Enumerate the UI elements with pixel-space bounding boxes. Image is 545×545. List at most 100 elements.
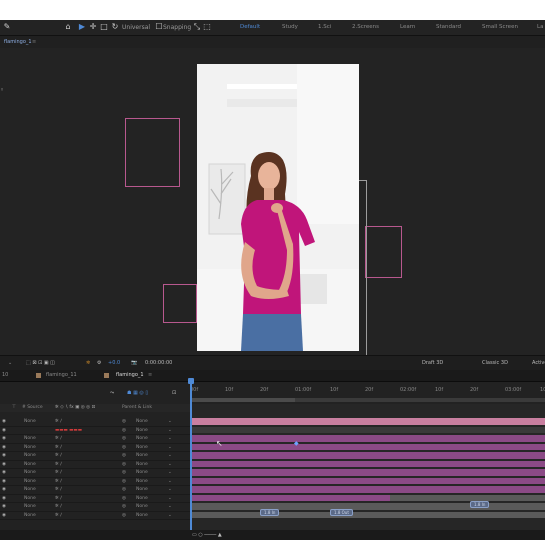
pickwhip-icon[interactable]: ◎ — [122, 512, 126, 519]
playhead-handle[interactable] — [188, 378, 194, 384]
layer-switches[interactable]: ✲ ∕ — [55, 452, 62, 459]
workspace-small-screen[interactable]: Small Screen — [482, 20, 518, 35]
layer-switches[interactable]: ✲ ∕ — [55, 461, 62, 468]
track-matte-select[interactable]: None — [24, 452, 36, 459]
playhead[interactable] — [190, 384, 192, 530]
parent-select[interactable]: None — [136, 427, 148, 434]
guide-frame[interactable] — [163, 284, 197, 323]
view-select[interactable]: Active — [532, 356, 545, 370]
layer-row[interactable]: ◉ None ✲ ∕ ◎ None ⌄ — [0, 495, 190, 503]
eye-icon[interactable]: ◉ — [2, 435, 6, 442]
workspace-standard[interactable]: Standard — [436, 20, 461, 35]
layer-row[interactable]: ◉ None ✲ ∕ ◎ None ⌄ — [0, 503, 190, 512]
chevron-down-icon[interactable]: ⌄ — [8, 356, 12, 370]
layer-row[interactable]: ◉ None ✲ ∕ ◎ None ⌄ — [0, 452, 190, 461]
chevron-down-icon[interactable]: ⌄ — [168, 486, 172, 493]
layer-row[interactable]: ◉ None ✲ ∕ ◎ None ⌄ — [0, 478, 190, 486]
pickwhip-icon[interactable]: ◎ — [122, 461, 126, 468]
eye-icon[interactable]: ◉ — [2, 418, 6, 425]
eye-icon[interactable]: ◉ — [2, 478, 6, 485]
chevron-down-icon[interactable]: ⌄ — [168, 427, 172, 434]
eye-icon[interactable]: ◉ — [2, 495, 6, 502]
timeline-bars[interactable]: 1.8 In 1.8 Out 1.8 In ↖ ◆ — [188, 378, 545, 530]
layer-switches[interactable]: ✲ ∕ — [55, 469, 62, 476]
chevron-down-icon[interactable]: ⌄ — [168, 444, 172, 451]
pickwhip-icon[interactable]: ◎ — [122, 427, 126, 434]
pickwhip-icon[interactable]: ◎ — [122, 469, 126, 476]
layer-row[interactable]: ◉ None ✲ ∕ ◎ None ⌄ — [0, 512, 190, 520]
tab-flamingo-11[interactable]: flamingo_11 — [46, 370, 77, 381]
pickwhip-icon[interactable]: ◎ — [122, 452, 126, 459]
workspace-2-screens[interactable]: 2.Screens — [352, 20, 379, 35]
zoom-tool-icon[interactable]: □ — [100, 23, 108, 31]
eye-icon[interactable]: ◉ — [2, 452, 6, 459]
layer-switches[interactable]: ✲ ∕ — [55, 418, 62, 425]
parent-select[interactable]: None — [136, 418, 148, 425]
layer-switches[interactable]: ✲ ∕ — [55, 435, 62, 442]
track-matte-select[interactable]: None — [24, 512, 36, 519]
guide-frame[interactable] — [365, 226, 402, 278]
layer-bar[interactable] — [190, 503, 545, 510]
guide-frame[interactable] — [125, 118, 180, 187]
workspace-default[interactable]: Default — [240, 20, 260, 35]
color-icon[interactable]: ✲ — [86, 356, 90, 370]
pickwhip-icon[interactable]: ◎ — [122, 418, 126, 425]
chevron-down-icon[interactable]: ⌄ — [168, 418, 172, 425]
workspace-la[interactable]: La — [537, 20, 543, 35]
layer-switches[interactable]: ✲ ∕ — [55, 444, 62, 451]
composition-viewer[interactable]: ◦ — [0, 48, 545, 374]
parent-select[interactable]: None — [136, 469, 148, 476]
layer-row[interactable]: ◉ None ✲ ∕ ◎ None ⌄ — [0, 469, 190, 478]
layer-row[interactable]: ◉ None ✲ ∕ ◎ None ⌄ — [0, 418, 190, 427]
track-matte-select[interactable]: None — [24, 469, 36, 476]
timecode-display[interactable]: 0:00:00:00 — [145, 356, 172, 370]
hand-tool-icon[interactable]: ✛ — [89, 23, 97, 31]
layer-switches[interactable]: ✲ ∕ — [55, 503, 62, 510]
parent-select[interactable]: None — [136, 495, 148, 502]
home-icon[interactable]: ⌂ — [64, 23, 72, 31]
pickwhip-icon[interactable]: ◎ — [122, 495, 126, 502]
parent-select[interactable]: None — [136, 444, 148, 451]
chevron-down-icon[interactable]: ⌄ — [168, 478, 172, 485]
layer-switches[interactable]: ✲ ∕ — [55, 478, 62, 485]
pin-icon[interactable]: ✎ — [3, 23, 11, 31]
layer-bar[interactable] — [190, 426, 545, 433]
layer-bar[interactable] — [190, 486, 545, 493]
selection-tool-icon[interactable]: ▶ — [78, 23, 86, 31]
track-matte-select[interactable]: None — [24, 418, 36, 425]
eye-icon[interactable]: ◉ — [2, 486, 6, 493]
tab-flamingo-1[interactable]: flamingo_1 — [116, 370, 144, 381]
snap-icon[interactable]: ⤡ — [193, 23, 201, 31]
eye-icon[interactable]: ◉ — [2, 461, 6, 468]
track-matte-select[interactable]: None — [24, 461, 36, 468]
tab-comp-10[interactable]: 10 — [2, 370, 8, 381]
pickwhip-icon[interactable]: ◎ — [122, 435, 126, 442]
expand-icon[interactable]: ⬚ — [203, 23, 211, 31]
chevron-down-icon[interactable]: ⌄ — [168, 435, 172, 442]
keyframe-icon[interactable]: ◆ — [294, 440, 299, 447]
layer-row[interactable]: ◉ None ✲ ∕ ◎ None ⌄ — [0, 486, 190, 495]
eye-icon[interactable]: ◉ — [2, 512, 6, 519]
shy-icon[interactable]: ☗ ▦ ◎ ▯ — [127, 386, 148, 400]
eye-icon[interactable]: ◉ — [2, 503, 6, 510]
parent-select[interactable]: None — [136, 435, 148, 442]
parent-select[interactable]: None — [136, 452, 148, 459]
layer-bar[interactable] — [190, 469, 545, 476]
chevron-down-icon[interactable]: ⌄ — [168, 495, 172, 502]
graph-editor-icon[interactable]: ⊡ — [172, 386, 176, 400]
tab-menu-icon[interactable]: ≡ — [148, 370, 152, 381]
layer-bar[interactable] — [190, 460, 545, 467]
workspace-1-sci[interactable]: 1.Sci — [318, 20, 331, 35]
camera-icon[interactable]: 📷 — [131, 356, 137, 370]
renderer-select[interactable]: Classic 3D — [482, 356, 508, 370]
layer-switches[interactable]: ✲ ∕ — [55, 495, 62, 502]
comp-flowchart-icon[interactable]: ⤳ — [110, 386, 114, 400]
draft-3d-toggle[interactable]: Draft 3D — [422, 356, 443, 370]
keyframe-ease-label[interactable]: 1.8 Out — [330, 509, 353, 516]
layer-bar[interactable] — [190, 511, 545, 518]
region-icon[interactable]: ⬚ ⊠ ⊡ ▣ ◫ — [26, 356, 55, 370]
track-matte-select[interactable]: None — [24, 495, 36, 502]
footage-image[interactable] — [197, 64, 359, 351]
viewer-anchor-icon[interactable]: ◦ — [0, 86, 4, 94]
pickwhip-icon[interactable]: ◎ — [122, 503, 126, 510]
